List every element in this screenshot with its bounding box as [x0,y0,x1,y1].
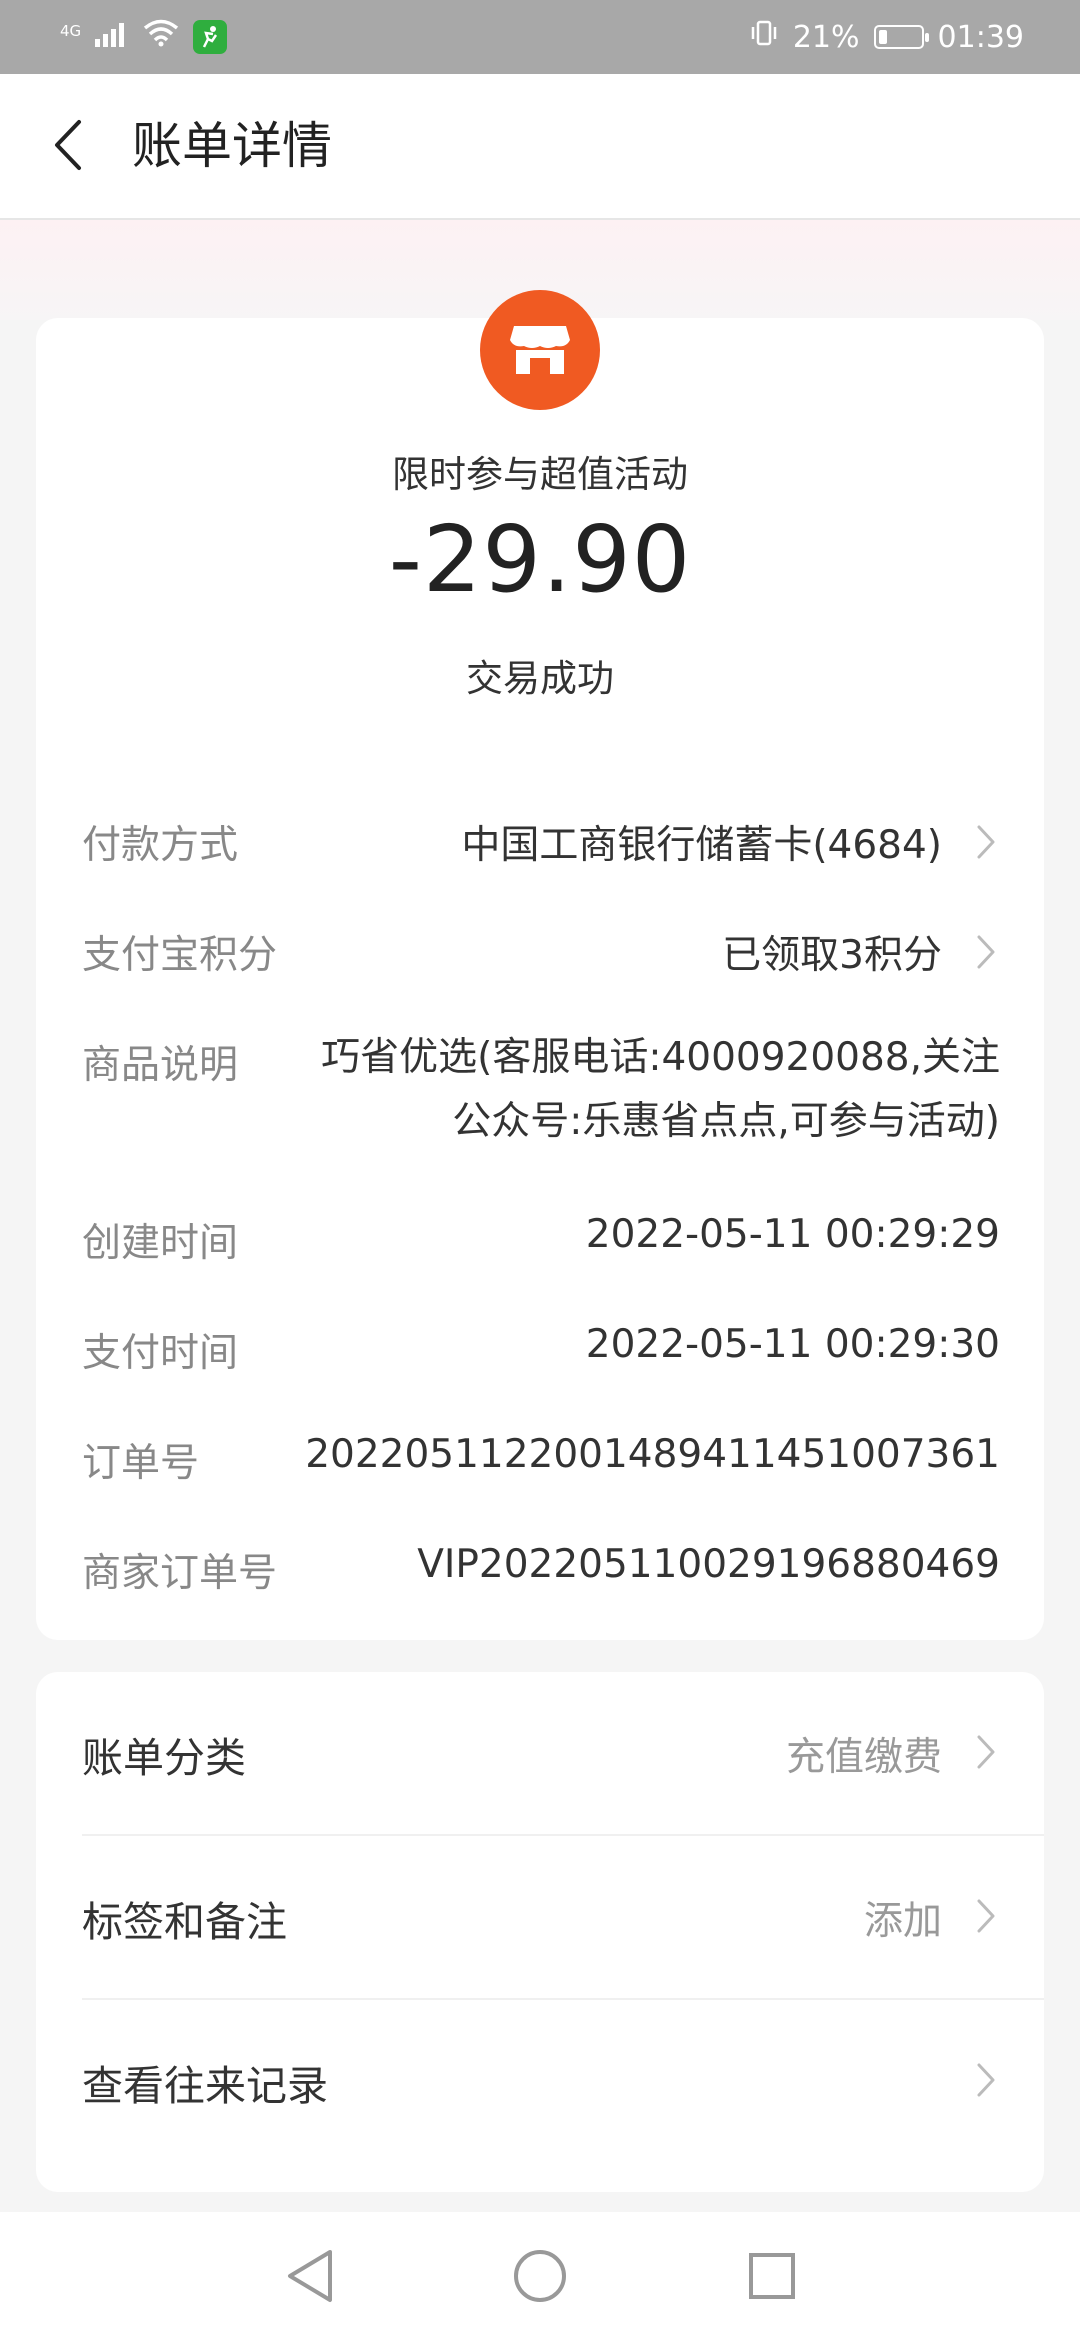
chevron-right-icon [972,822,1000,862]
detail-label: 商品说明 [82,1043,239,1088]
store-icon [480,290,600,410]
transaction-history-row[interactable]: 查看往来记录 [82,2000,1044,2164]
signal-icon [95,20,129,55]
chevron-left-icon [53,119,83,175]
network-type: 4G [60,21,82,40]
battery-level [878,30,887,44]
clock: 01:39 [937,19,1024,55]
app-notification-icon [193,20,228,54]
merchant-name: 限时参与超值活动 [392,453,688,496]
back-triangle-icon[interactable] [280,2246,340,2306]
chevron-right-icon [972,1732,1000,1772]
detail-label: 订单号 [82,1441,200,1486]
list-label: 账单分类 [82,1734,246,1782]
chevron-right-icon [972,2060,1000,2100]
battery-percent: 21% [792,19,860,55]
transaction-status: 交易成功 [466,657,614,700]
back-button[interactable] [42,114,94,180]
detail-label: 商家订单号 [82,1551,278,1596]
recents-square-icon[interactable] [742,2246,802,2306]
page-title: 账单详情 [132,117,332,175]
wifi-icon [143,19,179,55]
home-circle-icon[interactable] [510,2246,570,2306]
system-nav-bar [0,2212,1080,2340]
detail-value: VIP2022051100291968804​69 [417,1542,1000,1587]
detail-label: 支付时间 [82,1331,239,1376]
vibrate-icon [749,18,779,56]
tags-notes-row[interactable]: 标签和备注 添加 [82,1836,1044,2000]
detail-value: 中国工商银行储蓄卡(4684) [461,823,942,868]
detail-label: 创建时间 [82,1221,239,1266]
list-value: 添加 [863,1899,942,1944]
detail-value: 2022051122001489411451007361 [305,1432,1000,1477]
bill-card: 限时参与超值活动 -29.90 交易成功 付款方式 中国工商银行储蓄卡(4684… [36,290,1044,1640]
detail-value: 2022-05-11 00:29:29 [585,1212,1000,1257]
detail-value: 巧省优选(客服电话:4000920088,关注公众号:乐惠省点点,可参与活动) [321,1035,1000,1144]
battery-icon [873,25,929,49]
list-label: 标签和备注 [82,1898,287,1946]
chevron-right-icon [972,1896,1000,1936]
bill-category-row[interactable]: 账单分类 充值缴费 [82,1672,1044,1836]
actions-card: 账单分类 充值缴费 标签和备注 添加 查看往来记录 [36,1672,1044,2192]
detail-label: 付款方式 [82,823,239,868]
bill-amount: -29.90 [388,506,692,613]
status-left: 4G [60,19,228,55]
status-right: 21% 01:39 [749,18,1024,56]
detail-value: 2022-05-11 00:29:30 [585,1322,1000,1367]
list-value: 充值缴费 [785,1735,942,1780]
list-label: 查看往来记录 [82,2062,328,2110]
detail-label: 支付宝积分 [82,933,278,978]
app-header: 账单详情 [0,74,1080,220]
chevron-right-icon [972,932,1000,972]
detail-value: 已领取3积分 [722,933,942,978]
status-bar: 4G 21% 01:39 [0,0,1080,74]
